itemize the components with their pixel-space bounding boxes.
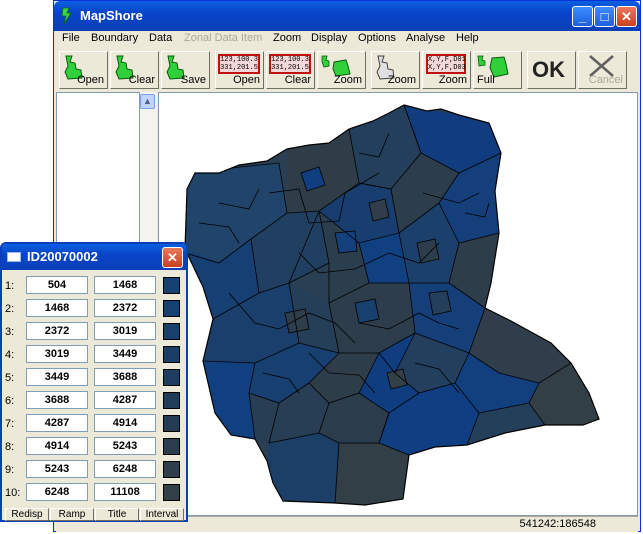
zoom-out-button[interactable]: Zoom (371, 51, 420, 89)
zoom-xy-button[interactable]: X,Y,F,D01 X,Y,F,D03 Zoom (422, 51, 471, 89)
class-row: 6: 3688 4287 (5, 391, 187, 411)
cursor-coordinates: 541242:186548 (519, 518, 596, 530)
map-zone (335, 443, 409, 505)
class-max-field[interactable]: 1468 (94, 276, 156, 294)
full-extent-button[interactable]: Full (473, 51, 522, 89)
class-min-field[interactable]: 3449 (26, 368, 88, 386)
legend-window: ID20070002 ✕ 1: 504 1468 2: 1468 2372 3:… (0, 242, 188, 522)
data-open-button[interactable]: 123,100.3 331,201.5 Open (215, 51, 264, 89)
boundary-open-button[interactable]: Open (59, 51, 108, 89)
menu-help[interactable]: Help (456, 32, 479, 44)
class-row: 4: 3019 3449 (5, 345, 187, 365)
class-min-field[interactable]: 504 (26, 276, 88, 294)
class-max-field[interactable]: 2372 (94, 299, 156, 317)
menu-data[interactable]: Data (149, 32, 172, 44)
menu-display[interactable]: Display (311, 32, 347, 44)
boundary-save-button[interactable]: Save (161, 51, 210, 89)
data-table-icon: 123,100.3 331,201.5 (218, 54, 260, 74)
data-clear-button[interactable]: 123,100.3 331,201.5 Clear (266, 51, 315, 89)
title-button[interactable]: Title (95, 508, 139, 521)
class-row: 2: 1468 2372 (5, 299, 187, 319)
class-max-field[interactable]: 3019 (94, 322, 156, 340)
class-max-field[interactable]: 6248 (94, 460, 156, 478)
class-color-swatch[interactable] (163, 277, 180, 294)
map-canvas[interactable] (158, 92, 638, 516)
window-icon (7, 252, 21, 262)
class-row: 5: 3449 3688 (5, 368, 187, 388)
class-min-field[interactable]: 1468 (26, 299, 88, 317)
cancel-button[interactable]: Cancel (578, 51, 627, 89)
boundary-clear-button[interactable]: Clear (110, 51, 159, 89)
redisplay-button[interactable]: Redisp (5, 508, 49, 521)
class-max-field[interactable]: 11108 (94, 483, 156, 501)
legend-button-bar: Redisp Ramp Title Interval (5, 508, 185, 521)
legend-close-button[interactable]: ✕ (162, 247, 183, 268)
zoom-button[interactable]: Zoom (317, 51, 366, 89)
ramp-button[interactable]: Ramp (50, 508, 94, 521)
class-color-swatch[interactable] (163, 484, 180, 501)
map-zone (203, 361, 255, 439)
class-color-swatch[interactable] (163, 323, 180, 340)
ok-button[interactable]: OK (527, 51, 576, 89)
menu-file[interactable]: File (62, 32, 80, 44)
class-row: 7: 4287 4914 (5, 414, 187, 434)
scroll-up-arrow-icon[interactable]: ▲ (140, 94, 155, 109)
class-color-swatch[interactable] (163, 415, 180, 432)
class-row: 9: 5243 6248 (5, 460, 187, 480)
class-color-swatch[interactable] (163, 369, 180, 386)
legend-title-bar[interactable]: ID20070002 ✕ (2, 244, 186, 270)
class-min-field[interactable]: 4914 (26, 437, 88, 455)
class-min-field[interactable]: 2372 (26, 322, 88, 340)
menu-boundary[interactable]: Boundary (91, 32, 138, 44)
class-row: 10: 6248 11108 (5, 483, 187, 503)
class-min-field[interactable]: 6248 (26, 483, 88, 501)
class-color-swatch[interactable] (163, 392, 180, 409)
xy-table-icon: X,Y,F,D01 X,Y,F,D03 (426, 54, 466, 74)
class-min-field[interactable]: 4287 (26, 414, 88, 432)
class-color-swatch[interactable] (163, 438, 180, 455)
class-min-field[interactable]: 3019 (26, 345, 88, 363)
window-title: MapShore (80, 8, 143, 23)
choropleth-map[interactable] (159, 93, 637, 515)
minimize-button[interactable]: _ (572, 6, 593, 27)
legend-title: ID20070002 (27, 249, 98, 264)
class-min-field[interactable]: 3688 (26, 391, 88, 409)
class-color-swatch[interactable] (163, 300, 180, 317)
class-min-field[interactable]: 5243 (26, 460, 88, 478)
class-color-swatch[interactable] (163, 461, 180, 478)
class-max-field[interactable]: 4287 (94, 391, 156, 409)
close-button[interactable]: ✕ (616, 6, 637, 27)
class-max-field[interactable]: 5243 (94, 437, 156, 455)
class-color-swatch[interactable] (163, 346, 180, 363)
menu-options[interactable]: Options (358, 32, 396, 44)
title-bar[interactable]: MapShore _ □ ✕ (54, 1, 640, 31)
menu-bar: File Boundary Data Zonal Data Item Zoom … (56, 31, 638, 47)
menu-zoom[interactable]: Zoom (273, 32, 301, 44)
class-row: 8: 4914 5243 (5, 437, 187, 457)
map-zones (185, 105, 599, 505)
class-max-field[interactable]: 3688 (94, 368, 156, 386)
class-row: 1: 504 1468 (5, 276, 187, 296)
interval-button[interactable]: Interval (140, 508, 184, 521)
data-table-icon: 123,100.3 331,201.5 (269, 54, 311, 74)
class-max-field[interactable]: 3449 (94, 345, 156, 363)
app-icon (61, 7, 72, 25)
menu-zonal-data-item[interactable]: Zonal Data Item (184, 32, 262, 44)
menu-analyse[interactable]: Analyse (406, 32, 445, 44)
maximize-button[interactable]: □ (594, 6, 615, 27)
toolbar: Open Clear Save 123,100.3 331,201.5 Open… (56, 48, 638, 92)
class-max-field[interactable]: 4914 (94, 414, 156, 432)
class-row: 3: 2372 3019 (5, 322, 187, 342)
